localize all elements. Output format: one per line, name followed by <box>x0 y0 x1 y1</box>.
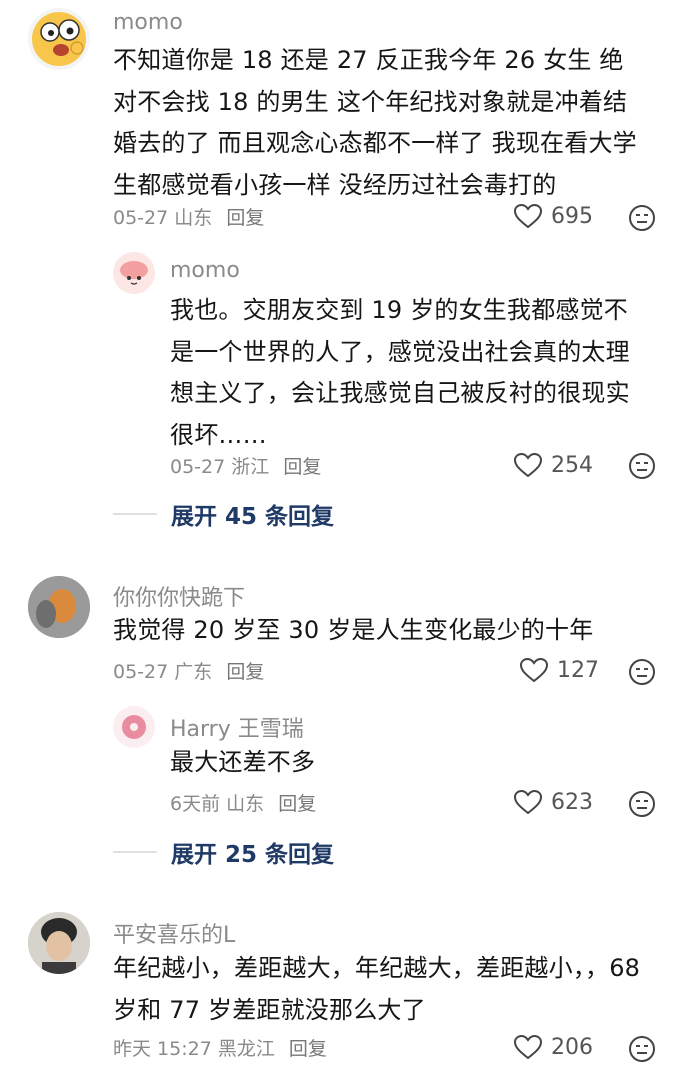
reply-button[interactable]: 回复 <box>283 456 321 478</box>
username[interactable]: momo <box>113 10 183 35</box>
comment-date: 05-27 <box>113 661 169 683</box>
expand-replies-label: 展开 45 条回复 <box>171 504 335 530</box>
avatar-emoji-icon <box>32 12 86 66</box>
reply-button[interactable]: 回复 <box>278 793 316 815</box>
comment-location: 广东 <box>174 661 213 683</box>
comment-meta: 05-27 浙江 回复 <box>170 452 321 479</box>
like-count: 623 <box>551 789 593 815</box>
username[interactable]: 你你你快跪下 <box>113 580 245 612</box>
comment-meta: 05-27 广东 回复 <box>113 657 264 684</box>
username[interactable]: momo <box>170 258 240 283</box>
dislike-face-icon[interactable] <box>628 204 656 232</box>
comment-text: 最大还差不多 <box>170 748 316 776</box>
like-count: 254 <box>551 452 593 478</box>
avatar[interactable] <box>28 576 90 638</box>
avatar-photo-icon <box>28 576 90 638</box>
username[interactable]: Harry 王雪瑞 <box>170 711 304 743</box>
like-count: 206 <box>551 1034 593 1060</box>
comment-meta: 昨天 15:27 黑龙江 回复 <box>113 1034 327 1061</box>
dislike-face-icon[interactable] <box>628 452 656 480</box>
avatar-donut-icon <box>122 715 146 739</box>
comment-location: 山东 <box>174 207 213 229</box>
dislike-face-icon[interactable] <box>628 658 656 686</box>
comment-meta: 6天前 山东 回复 <box>170 789 316 816</box>
comment-location: 山东 <box>226 793 265 815</box>
comment-date: 05-27 <box>113 207 169 229</box>
comment-text: 我也。交朋友交到 19 岁的女生我都感觉不是一个世界的人了，感觉没出社会真的太理… <box>170 296 630 449</box>
dislike-face-icon[interactable] <box>628 790 656 818</box>
dislike-face-icon[interactable] <box>628 1035 656 1063</box>
expand-replies-label: 展开 25 条回复 <box>171 842 335 868</box>
like-button[interactable]: 623 <box>513 789 593 815</box>
like-button[interactable]: 254 <box>513 452 593 478</box>
divider <box>113 513 157 515</box>
comment-date: 05-27 <box>170 456 226 478</box>
heart-outline-icon <box>513 203 543 229</box>
heart-outline-icon <box>519 657 549 683</box>
avatar[interactable] <box>113 252 155 294</box>
heart-outline-icon <box>513 1034 543 1060</box>
avatar[interactable] <box>28 912 90 974</box>
avatar[interactable] <box>113 706 155 748</box>
reply-button[interactable]: 回复 <box>289 1038 327 1060</box>
like-button[interactable]: 206 <box>513 1034 593 1060</box>
comment-date: 6天前 <box>170 793 221 815</box>
comment-meta: 05-27 山东 回复 <box>113 203 264 230</box>
heart-outline-icon <box>513 789 543 815</box>
expand-replies-button[interactable]: 展开 25 条回复 <box>113 835 334 869</box>
avatar-photo-icon <box>28 912 90 974</box>
comment-text: 我觉得 20 岁至 30 岁是人生变化最少的十年 <box>113 616 594 644</box>
comment-text: 年纪越小，差距越大，年纪越大，差距越小，，68 岁和 77 岁差距就没那么大了 <box>113 954 641 1024</box>
like-button[interactable]: 695 <box>513 203 593 229</box>
username[interactable]: 平安喜乐的L <box>113 917 235 949</box>
expand-replies-button[interactable]: 展开 45 条回复 <box>113 497 334 531</box>
heart-outline-icon <box>513 452 543 478</box>
comment-location: 黑龙江 <box>217 1038 275 1060</box>
like-count: 695 <box>551 203 593 229</box>
reply-button[interactable]: 回复 <box>226 207 264 229</box>
divider <box>113 851 157 853</box>
like-count: 127 <box>557 657 599 683</box>
avatar[interactable] <box>28 8 90 70</box>
like-button[interactable]: 127 <box>519 657 599 683</box>
comment-location: 浙江 <box>231 456 270 478</box>
avatar-cartoon-icon <box>120 261 148 285</box>
comment-date: 昨天 15:27 <box>113 1038 212 1060</box>
reply-button[interactable]: 回复 <box>226 661 264 683</box>
comment-text: 不知道你是 18 还是 27 反正我今年 26 女生 绝对不会找 18 的男生 … <box>113 46 637 199</box>
